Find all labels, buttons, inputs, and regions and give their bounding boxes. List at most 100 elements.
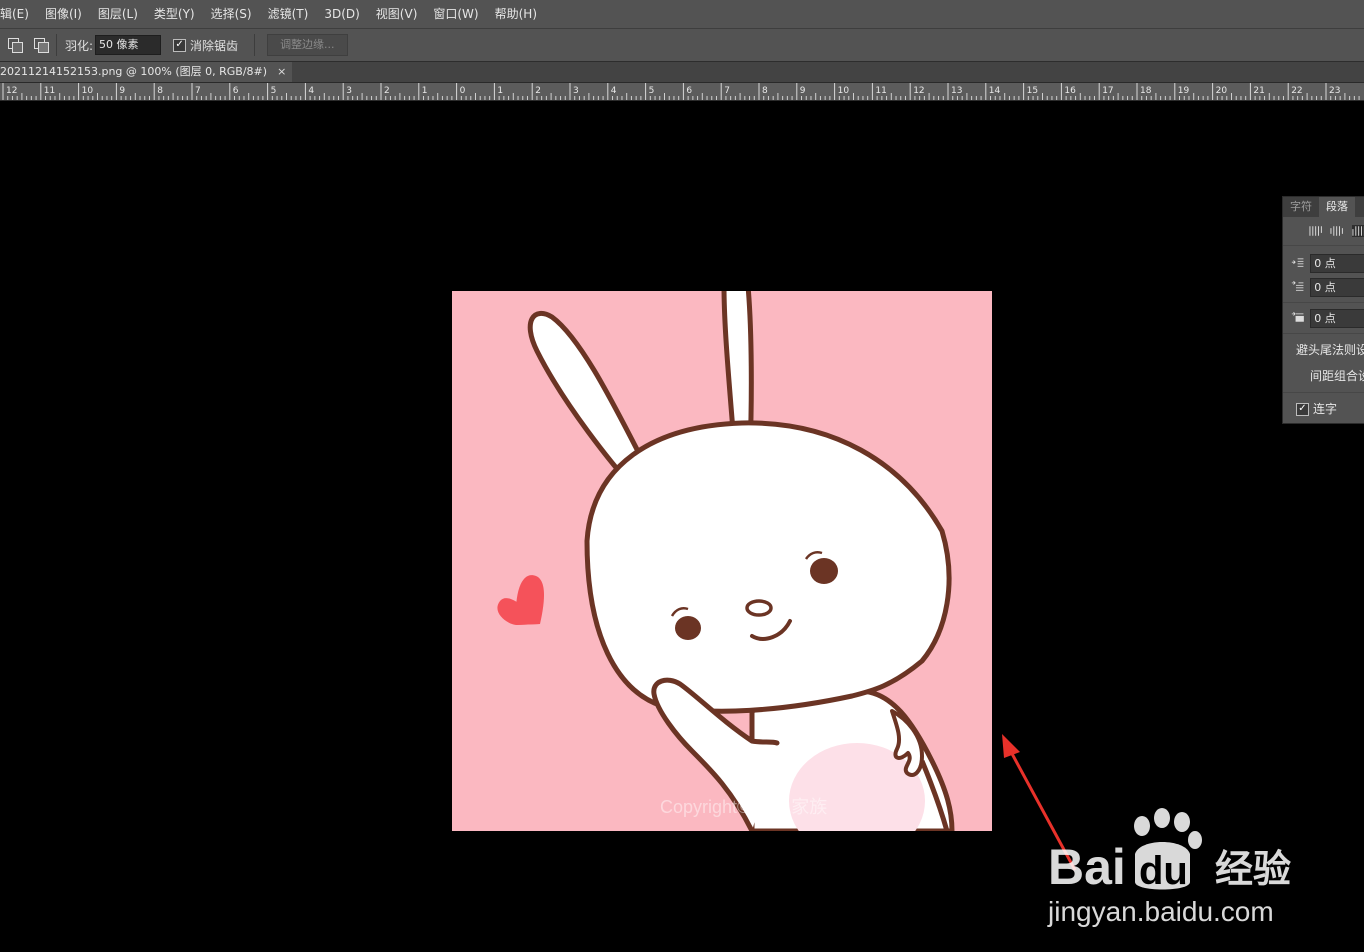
ruler-label: 12	[913, 86, 924, 96]
ruler-label: 22	[1291, 86, 1302, 96]
kinsoku-label[interactable]: 避头尾法则设	[1283, 337, 1364, 363]
ruler-label: 2	[535, 86, 541, 96]
panel-tab-row: 字符 段落	[1283, 197, 1364, 217]
indent-first-line-row: 0 点	[1283, 275, 1364, 299]
ruler-label: 2	[384, 86, 390, 96]
ruler-label: 1	[497, 86, 503, 96]
refine-edge-button[interactable]: 调整边缘...	[267, 34, 348, 56]
tab-paragraph[interactable]: 段落	[1319, 197, 1355, 217]
bunny-nose	[745, 599, 773, 617]
document-image[interactable]: Copyright© 萌兔家族	[452, 291, 992, 831]
space-before-input[interactable]: 0 点	[1310, 308, 1364, 328]
ruler-label: 0	[460, 86, 466, 96]
document-tab-title: 20211214152153.png @ 100% (图层 0, RGB/8#)	[0, 65, 268, 78]
feather-label: 羽化:	[65, 38, 94, 53]
ruler-label: 6	[686, 86, 692, 96]
ruler-label: 8	[157, 86, 163, 96]
ruler-label: 10	[82, 86, 94, 96]
ruler-label: 6	[233, 86, 239, 96]
document-tab[interactable]: 20211214152153.png @ 100% (图层 0, RGB/8#)…	[0, 62, 293, 82]
menu-item[interactable]: 选择(S)	[203, 0, 260, 28]
ruler-label: 7	[195, 86, 201, 96]
bunny-head	[584, 420, 952, 714]
ruler-label: 4	[611, 86, 617, 96]
feather-input[interactable]: 50 像素	[95, 35, 162, 55]
antialias-checkbox[interactable]: ✓	[173, 38, 187, 52]
ruler-label: 18	[1140, 86, 1152, 96]
svg-text:Bai: Bai	[1048, 839, 1126, 895]
justify-last-right-icon[interactable]	[1351, 225, 1364, 237]
menu-item[interactable]: 滤镜(T)	[260, 0, 317, 28]
menu-item[interactable]: 视图(V)	[368, 0, 426, 28]
ruler-label: 10	[838, 86, 850, 96]
subtract-selection-icon[interactable]	[8, 38, 23, 53]
svg-text:经验: 经验	[1215, 847, 1291, 891]
ruler-label: 4	[308, 86, 314, 96]
left-eye	[675, 616, 701, 640]
hyphenate-checkbox[interactable]: ✓	[1296, 402, 1309, 416]
ruler-label: 5	[649, 86, 655, 96]
indent-left-icon	[1291, 258, 1304, 267]
ruler-label: 14	[989, 86, 1001, 96]
ruler-label: 17	[1102, 86, 1113, 96]
menu-item[interactable]: 辑(E)	[0, 0, 37, 28]
ruler-ticks: 12 11 10 9 8 7 6 5 4 3 2 1 0 1 2 3 4 5 6 7 8 9 10 11 12 13 14 15 16 1…	[2, 83, 1360, 100]
ruler-label: 5	[271, 86, 277, 96]
baidu-logo: Bai du 经验 jingyan.baidu.com	[1047, 808, 1291, 927]
ruler-label: 9	[800, 86, 806, 96]
indent-first-line-input[interactable]: 0 点	[1310, 277, 1364, 297]
alignment-buttons	[1283, 217, 1364, 246]
hyphenate-label: 连字	[1313, 402, 1338, 416]
panel-divider	[1283, 392, 1364, 393]
ruler-label: 11	[44, 86, 55, 96]
menu-item[interactable]: 3D(D)	[316, 0, 367, 28]
right-eye	[810, 558, 838, 584]
paragraph-panel: 字符 段落 0 点 0 点 0 点 避头尾法则设 间距组合设 ✓ 连字	[1282, 196, 1364, 424]
menu-item[interactable]: 窗口(W)	[425, 0, 486, 28]
indent-left-input[interactable]: 0 点	[1310, 253, 1364, 273]
intersect-selection-icon[interactable]	[34, 38, 49, 53]
ruler-label: 23	[1329, 86, 1340, 96]
menu-item[interactable]: 图层(L)	[90, 0, 146, 28]
svg-text:jingyan.baidu.com: jingyan.baidu.com	[1047, 896, 1274, 927]
ruler-label: 1	[422, 86, 428, 96]
menu-bar: 辑(E) 图像(I) 图层(L) 类型(Y) 选择(S) 滤镜(T) 3D(D) 视图(V) 窗…	[0, 0, 1364, 29]
hyphenate-row: ✓ 连字	[1283, 396, 1364, 422]
baidu-jingyan-watermark: Bai du 经验 jingyan.baidu.com	[1040, 808, 1340, 938]
justify-last-left-icon[interactable]	[1309, 225, 1322, 237]
bunny-illustration: Copyright© 萌兔家族	[497, 291, 955, 831]
ruler-label: 21	[1253, 86, 1264, 96]
indent-first-line-icon	[1291, 280, 1304, 291]
horizontal-ruler[interactable]: 12 11 10 9 8 7 6 5 4 3 2 1 0 1 2 3 4 5 6 7 8 9 10 11 12 13 14 15 16 1…	[0, 83, 1364, 101]
options-separator	[56, 34, 57, 56]
space-before-row: 0 点	[1283, 306, 1364, 330]
ruler-label: 19	[1178, 86, 1190, 96]
image-copyright-text: Copyright© 萌兔家族	[660, 797, 827, 817]
ruler-label: 11	[875, 86, 886, 96]
svg-text:du: du	[1139, 849, 1188, 893]
menu-item[interactable]: 帮助(H)	[487, 0, 545, 28]
ruler-label: 3	[346, 86, 352, 96]
ruler-label: 12	[6, 86, 17, 96]
ruler-label: 15	[1027, 86, 1038, 96]
ruler-label: 20	[1216, 86, 1228, 96]
ruler-label: 3	[573, 86, 579, 96]
panel-divider	[1283, 333, 1364, 334]
indent-left-row: 0 点	[1283, 251, 1364, 275]
tab-character[interactable]: 字符	[1283, 197, 1319, 217]
justify-last-center-icon[interactable]	[1330, 225, 1344, 237]
ruler-label: 7	[724, 86, 730, 96]
ruler-label: 13	[951, 86, 962, 96]
space-before-icon	[1291, 311, 1304, 322]
mojikumi-label[interactable]: 间距组合设	[1283, 363, 1364, 389]
document-tab-bar: 20211214152153.png @ 100% (图层 0, RGB/8#)…	[0, 62, 1364, 83]
menu-item[interactable]: 类型(Y)	[146, 0, 203, 28]
close-icon[interactable]: ×	[277, 62, 286, 82]
ruler-label: 9	[119, 86, 125, 96]
ruler-label: 8	[762, 86, 768, 96]
menu-item[interactable]: 图像(I)	[37, 0, 90, 28]
antialias-label: 消除锯齿	[190, 38, 239, 53]
panel-divider	[1283, 302, 1364, 303]
options-separator	[254, 34, 256, 56]
ruler-label: 16	[1064, 86, 1076, 96]
